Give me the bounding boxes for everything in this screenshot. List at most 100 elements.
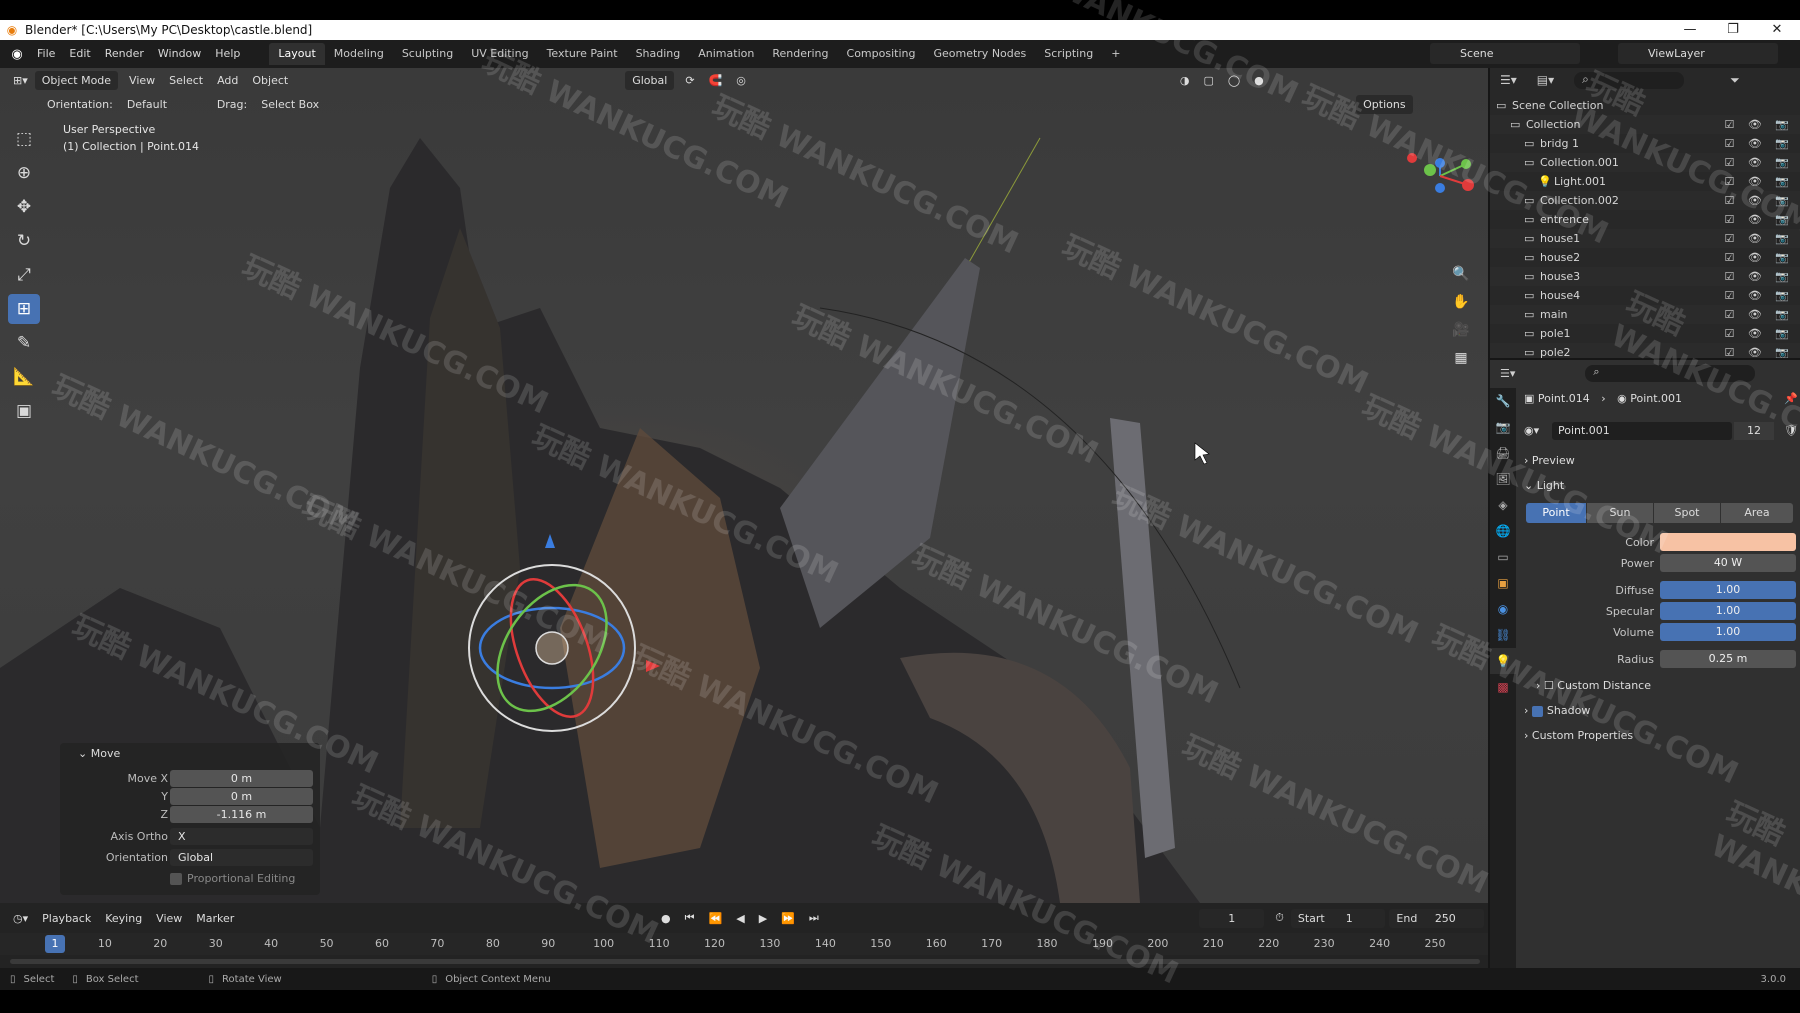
visibility-toggles-icon[interactable]: ☑ 👁 📷 (1724, 191, 1794, 210)
play-reverse-icon[interactable]: ◀ (729, 912, 751, 925)
outliner-row-pole1[interactable]: pole1 ▭ ☑ 👁 📷 (1490, 324, 1800, 343)
play-icon[interactable]: ▶ (752, 912, 774, 925)
tab-modeling[interactable]: Modeling (325, 43, 393, 65)
snap-icon[interactable]: 🧲 (702, 74, 730, 87)
radius-field[interactable]: 0.25 m (1660, 650, 1796, 668)
timeline-view-menu[interactable]: View (149, 912, 189, 925)
visibility-toggles-icon[interactable]: ☑ 👁 📷 (1724, 324, 1794, 343)
outliner-row-scene-collection[interactable]: Scene Collection ▭ (1490, 96, 1800, 115)
move-x-field[interactable]: 0 m (170, 770, 313, 787)
visibility-toggles-icon[interactable]: ☑ 👁 📷 (1724, 267, 1794, 286)
tab-texture-paint[interactable]: Texture Paint (538, 43, 627, 65)
outliner-editor-icon[interactable]: ☰▾ (1500, 73, 1517, 87)
tab-uv-editing[interactable]: UV Editing (462, 43, 537, 65)
add-cube-tool-icon[interactable]: ▣ (8, 396, 40, 426)
proportional-checkbox[interactable] (170, 873, 182, 885)
move-tool-icon[interactable]: ✥ (8, 192, 40, 222)
add-menu[interactable]: Add (210, 74, 245, 87)
custom-distance-section[interactable]: › ☐ Custom Distance (1536, 675, 1800, 697)
jump-start-icon[interactable]: ⏮ (678, 911, 702, 925)
menu-file[interactable]: File (30, 44, 62, 64)
light-data-tab-icon[interactable]: 💡 (1490, 648, 1516, 674)
visibility-toggles-icon[interactable]: ☑ 👁 📷 (1724, 172, 1794, 191)
tab-animation[interactable]: Animation (689, 43, 763, 65)
custom-properties-section[interactable]: › Custom Properties (1524, 725, 1798, 747)
orientation-tool-select[interactable]: Default (120, 98, 210, 111)
menu-window[interactable]: Window (151, 44, 208, 64)
record-icon[interactable]: ● (654, 912, 678, 925)
output-tab-icon[interactable]: 🖨 (1490, 440, 1516, 466)
visibility-toggles-icon[interactable]: ☑ 👁 📷 (1724, 115, 1794, 134)
visibility-toggles-icon[interactable]: ☑ 👁 📷 (1724, 134, 1794, 153)
timeline-editor-icon[interactable]: ◷▾ (6, 912, 35, 925)
end-frame-field[interactable]: End 250 (1389, 908, 1484, 928)
light-type-point[interactable]: Point (1526, 503, 1586, 523)
proportional-edit-icon[interactable]: ◎ (729, 74, 753, 87)
move-z-field[interactable]: -1.116 m (170, 806, 313, 823)
outliner-row-house1[interactable]: house1 ▭ ☑ 👁 📷 (1490, 229, 1800, 248)
tab-shading[interactable]: Shading (627, 43, 690, 65)
tab-rendering[interactable]: Rendering (763, 43, 837, 65)
prev-key-icon[interactable]: ⏪ (702, 912, 730, 925)
jump-end-icon[interactable]: ⏭ (802, 911, 826, 925)
visibility-toggles-icon[interactable]: ☑ 👁 📷 (1724, 210, 1794, 229)
world-tab-icon[interactable]: 🌐 (1490, 518, 1516, 544)
users-count[interactable]: 12 (1734, 422, 1774, 440)
preview-section[interactable]: › Preview (1524, 450, 1798, 472)
tab-compositing[interactable]: Compositing (838, 43, 925, 65)
annotate-tool-icon[interactable]: ✎ (8, 328, 40, 358)
minimize-button[interactable]: — (1667, 20, 1713, 40)
select-box-tool-icon[interactable]: ⬚ (8, 124, 40, 154)
transform-orientation-select[interactable]: Global (625, 71, 675, 90)
filter-icon[interactable]: ⏷ (1730, 73, 1740, 88)
next-key-icon[interactable]: ⏩ (774, 912, 802, 925)
object-menu[interactable]: Object (245, 74, 295, 87)
pin-icon[interactable]: 📌 (1784, 388, 1798, 410)
pivot-icon[interactable]: ⟳ (678, 74, 701, 87)
playback-menu[interactable]: Playback (35, 912, 98, 925)
shading-wire-icon[interactable]: ◯ (1221, 74, 1247, 87)
view-menu[interactable]: View (122, 74, 162, 87)
outliner-row-house4[interactable]: house4 ▭ ☑ 👁 📷 (1490, 286, 1800, 305)
outliner-search-input[interactable]: ⌕ (1574, 71, 1685, 89)
timeline-scrollbar[interactable] (10, 959, 1480, 964)
transform-tool-icon[interactable]: ⊞ (8, 294, 40, 324)
physics-tab-icon[interactable]: ◉ (1490, 596, 1516, 622)
close-button[interactable]: ✕ (1754, 20, 1800, 40)
menu-help[interactable]: Help (208, 44, 247, 64)
light-datablock-icon[interactable]: ◉▾ (1524, 424, 1539, 437)
outliner-row-collection[interactable]: Collection ▭ ☑ 👁 📷 (1490, 115, 1800, 134)
outliner-row-collection-001[interactable]: Collection.001 ▭ ☑ 👁 📷 (1490, 153, 1800, 172)
move-panel-title[interactable]: ⌄ Move (60, 743, 320, 765)
light-type-sun[interactable]: Sun (1587, 503, 1653, 523)
shading-solid-icon[interactable]: ● (1247, 74, 1271, 87)
visibility-toggles-icon[interactable]: ☑ 👁 📷 (1724, 305, 1794, 324)
outliner-row-house2[interactable]: house2 ▭ ☑ 👁 📷 (1490, 248, 1800, 267)
current-frame-field[interactable]: 1 (1199, 908, 1265, 928)
diffuse-slider[interactable]: 1.00 (1660, 581, 1796, 599)
tool-tab-icon[interactable]: 🔧 (1490, 388, 1516, 414)
select-menu[interactable]: Select (162, 74, 210, 87)
camera-view-icon[interactable]: 🎥 (1448, 318, 1474, 342)
options-button[interactable]: Options (1356, 94, 1413, 114)
object-tab-icon[interactable]: ▣ (1490, 570, 1516, 596)
specular-slider[interactable]: 1.00 (1660, 602, 1796, 620)
playhead-frame[interactable]: 1 (45, 935, 65, 953)
light-type-area[interactable]: Area (1721, 503, 1793, 523)
add-workspace-button[interactable]: + (1102, 43, 1129, 65)
visibility-toggles-icon[interactable]: ☑ 👁 📷 (1724, 153, 1794, 172)
display-mode-icon[interactable]: ▤▾ (1537, 73, 1554, 87)
measure-tool-icon[interactable]: 📐 (8, 362, 40, 392)
scale-tool-icon[interactable]: ⤢ (8, 260, 40, 290)
xray-icon[interactable]: ▢ (1196, 74, 1220, 87)
tab-layout[interactable]: Layout (269, 43, 325, 65)
scene-selector[interactable]: Scene (1430, 43, 1580, 64)
start-frame-field[interactable]: Start 1 (1290, 908, 1386, 928)
outliner-row-collection-002[interactable]: Collection.002 ▭ ☑ 👁 📷 (1490, 191, 1800, 210)
overlay-icon[interactable]: ◑ (1173, 74, 1197, 87)
outliner-row-bridg-1[interactable]: bridg 1 ▭ ☑ 👁 📷 (1490, 134, 1800, 153)
volume-slider[interactable]: 1.00 (1660, 623, 1796, 641)
menu-render[interactable]: Render (98, 44, 151, 64)
scene-tab-icon[interactable]: ◈ (1490, 492, 1516, 518)
render-tab-icon[interactable]: 📷 (1490, 414, 1516, 440)
